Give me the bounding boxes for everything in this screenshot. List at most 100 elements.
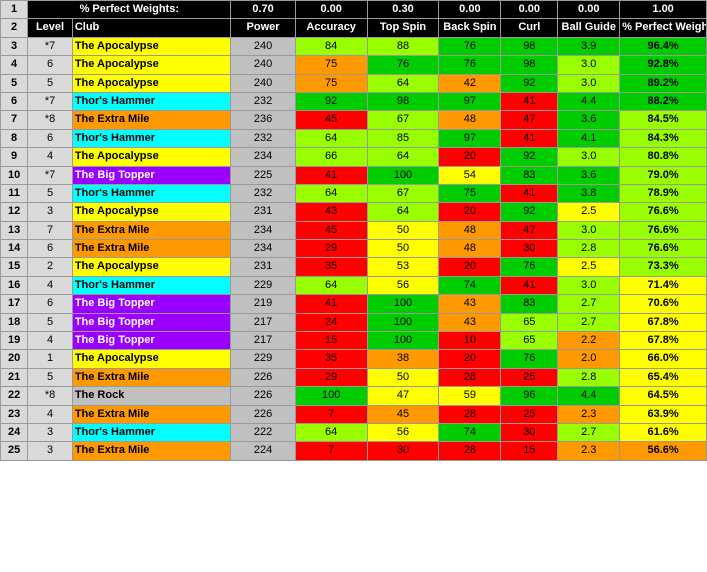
accuracy-header: Accuracy xyxy=(295,19,367,37)
curl-cell: 83 xyxy=(501,166,558,184)
level-cell: 4 xyxy=(28,332,73,350)
row-num: 8 xyxy=(1,129,28,147)
topspin-cell: 85 xyxy=(367,129,439,147)
perfect-cell: 67.8% xyxy=(620,313,707,331)
power-header: Power xyxy=(231,19,295,37)
level-cell: *7 xyxy=(28,92,73,110)
club-cell: The Extra Mile xyxy=(72,240,231,258)
main-container: 1 % Perfect Weights: 0.70 0.00 0.30 0.00… xyxy=(0,0,707,461)
accuracy-cell: 75 xyxy=(295,74,367,92)
backspin-cell: 48 xyxy=(439,111,501,129)
curl-cell: 25 xyxy=(501,405,558,423)
power-cell: 240 xyxy=(231,37,295,55)
topspin-header: Top Spin xyxy=(367,19,439,37)
row-num: 16 xyxy=(1,276,28,294)
ballguide-cell: 2.3 xyxy=(558,442,620,460)
level-cell: 3 xyxy=(28,423,73,441)
accuracy-cell: 64 xyxy=(295,184,367,202)
power-cell: 231 xyxy=(231,203,295,221)
backspin-cell: 97 xyxy=(439,92,501,110)
level-cell: 6 xyxy=(28,295,73,313)
power-cell: 226 xyxy=(231,387,295,405)
perfect-cell: 73.3% xyxy=(620,258,707,276)
power-cell: 225 xyxy=(231,166,295,184)
table-row: 7 *8 The Extra Mile 236 45 67 48 47 3.6 … xyxy=(1,111,707,129)
perfect-cell: 76.6% xyxy=(620,240,707,258)
perfect-cell: 76.6% xyxy=(620,221,707,239)
backspin-header: Back Spin xyxy=(439,19,501,37)
backspin-cell: 76 xyxy=(439,37,501,55)
header-row-1: 1 % Perfect Weights: 0.70 0.00 0.30 0.00… xyxy=(1,1,707,19)
topspin-cell: 76 xyxy=(367,56,439,74)
power-cell: 219 xyxy=(231,295,295,313)
ballguide-cell: 2.2 xyxy=(558,332,620,350)
accuracy-cell: 100 xyxy=(295,387,367,405)
power-cell: 240 xyxy=(231,56,295,74)
table-row: 3 *7 The Apocalypse 240 84 88 76 98 3.9 … xyxy=(1,37,707,55)
power-cell: 217 xyxy=(231,313,295,331)
header-row-2: 2 Level Club Power Accuracy Top Spin Bac… xyxy=(1,19,707,37)
topspin-cell: 30 xyxy=(367,442,439,460)
power-cell: 231 xyxy=(231,258,295,276)
level-cell: 6 xyxy=(28,240,73,258)
backspin-cell: 43 xyxy=(439,313,501,331)
topspin-cell: 53 xyxy=(367,258,439,276)
perfect-cell: 71.4% xyxy=(620,276,707,294)
ballguide-cell: 2.5 xyxy=(558,203,620,221)
level-cell: 4 xyxy=(28,148,73,166)
backspin-cell: 76 xyxy=(439,56,501,74)
backspin-cell: 20 xyxy=(439,203,501,221)
curl-cell: 65 xyxy=(501,332,558,350)
backspin-weight: 0.00 xyxy=(439,1,501,19)
ballguide-header: Ball Guide xyxy=(558,19,620,37)
curl-cell: 96 xyxy=(501,387,558,405)
perfect-cell: 79.0% xyxy=(620,166,707,184)
accuracy-cell: 43 xyxy=(295,203,367,221)
curl-cell: 41 xyxy=(501,92,558,110)
table-row: 19 4 The Big Topper 217 15 100 10 65 2.2… xyxy=(1,332,707,350)
topspin-cell: 47 xyxy=(367,387,439,405)
row-num: 13 xyxy=(1,221,28,239)
power-cell: 226 xyxy=(231,368,295,386)
topspin-cell: 56 xyxy=(367,423,439,441)
club-cell: Thor's Hammer xyxy=(72,276,231,294)
topspin-cell: 67 xyxy=(367,111,439,129)
perfect-cell: 88.2% xyxy=(620,92,707,110)
table-row: 9 4 The Apocalypse 234 66 64 20 92 3.0 8… xyxy=(1,148,707,166)
table-row: 16 4 Thor's Hammer 229 64 56 74 41 3.0 7… xyxy=(1,276,707,294)
perfect-header: % Perfect Weighted↓ xyxy=(620,19,707,37)
ballguide-cell: 2.3 xyxy=(558,405,620,423)
table-row: 5 5 The Apocalypse 240 75 64 42 92 3.0 8… xyxy=(1,74,707,92)
backspin-cell: 48 xyxy=(439,221,501,239)
perfect-cell: 63.9% xyxy=(620,405,707,423)
perfect-cell: 84.3% xyxy=(620,129,707,147)
club-cell: The Big Topper xyxy=(72,166,231,184)
curl-cell: 98 xyxy=(501,37,558,55)
club-cell: Thor's Hammer xyxy=(72,92,231,110)
perfect-cell: 76.6% xyxy=(620,203,707,221)
ballguide-cell: 2.7 xyxy=(558,423,620,441)
row-num-h2: 2 xyxy=(1,19,28,37)
curl-cell: 65 xyxy=(501,313,558,331)
ballguide-cell: 3.0 xyxy=(558,74,620,92)
table-row: 12 3 The Apocalypse 231 43 64 20 92 2.5 … xyxy=(1,203,707,221)
power-cell: 222 xyxy=(231,423,295,441)
level-header: Level xyxy=(28,19,73,37)
table-row: 23 4 The Extra Mile 226 7 45 28 25 2.3 6… xyxy=(1,405,707,423)
ballguide-cell: 3.0 xyxy=(558,148,620,166)
accuracy-cell: 35 xyxy=(295,350,367,368)
ballguide-cell: 2.5 xyxy=(558,258,620,276)
row-num: 25 xyxy=(1,442,28,460)
topspin-cell: 100 xyxy=(367,166,439,184)
curl-cell: 92 xyxy=(501,148,558,166)
row-num: 19 xyxy=(1,332,28,350)
row-num: 23 xyxy=(1,405,28,423)
accuracy-cell: 41 xyxy=(295,295,367,313)
curl-cell: 47 xyxy=(501,221,558,239)
row-num: 22 xyxy=(1,387,28,405)
table-row: 14 6 The Extra Mile 234 29 50 48 30 2.8 … xyxy=(1,240,707,258)
power-cell: 224 xyxy=(231,442,295,460)
backspin-cell: 74 xyxy=(439,423,501,441)
accuracy-cell: 29 xyxy=(295,368,367,386)
accuracy-cell: 64 xyxy=(295,276,367,294)
